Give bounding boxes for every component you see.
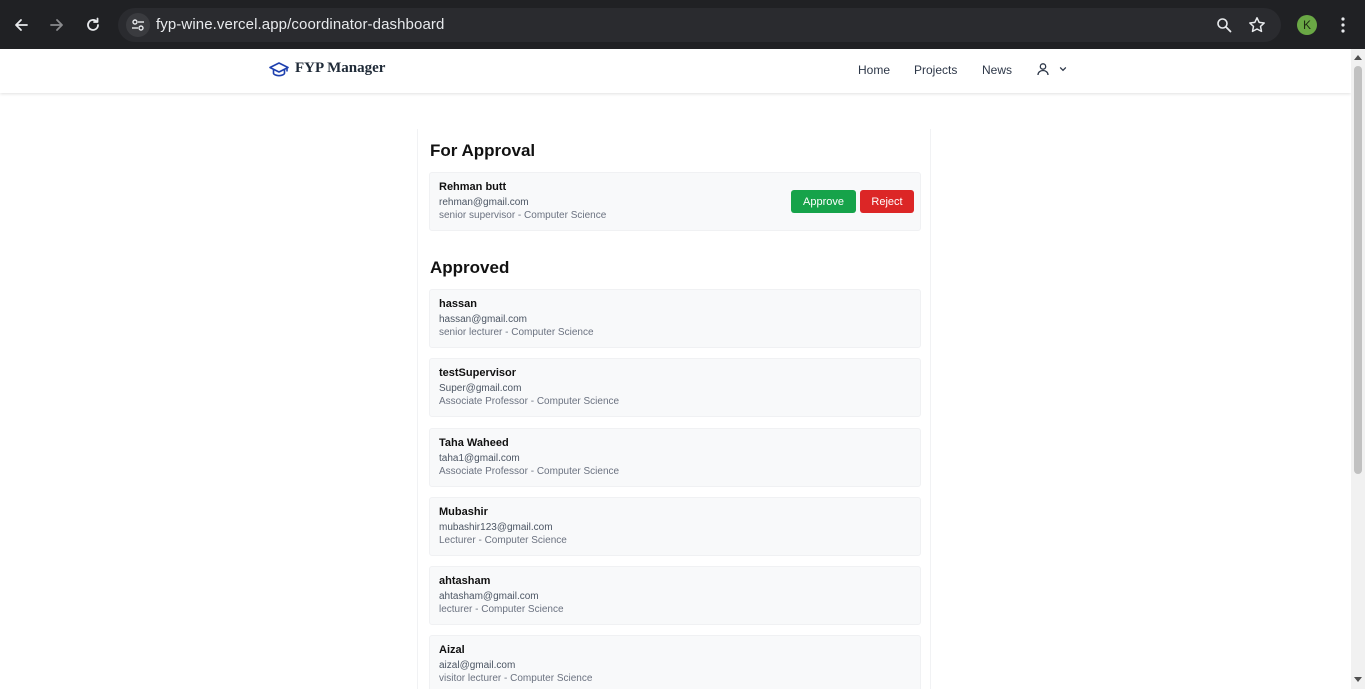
approved-supervisor-card: Aizal aizal@gmail.com visitor lecturer -… — [429, 635, 921, 689]
pending-supervisor-card: Rehman butt rehman@gmail.com senior supe… — [429, 172, 921, 231]
scroll-up-arrow-icon[interactable] — [1354, 55, 1362, 60]
approved-supervisor-card: Mubashir mubashir123@gmail.com Lecturer … — [429, 497, 921, 556]
more-menu-icon[interactable] — [1334, 14, 1352, 36]
supervisor-role-department: visitor lecturer - Computer Science — [439, 673, 593, 684]
supervisor-role-department: senior lecturer - Computer Science — [439, 327, 594, 338]
coordinator-panel: For Approval Rehman butt rehman@gmail.co… — [417, 129, 931, 689]
chevron-down-icon — [1059, 67, 1067, 72]
approve-button[interactable]: Approve — [791, 190, 856, 213]
page-viewport: FYP Manager Home Projects News For Appro… — [0, 49, 1351, 689]
supervisor-email: mubashir123@gmail.com — [439, 522, 553, 533]
brand-name: FYP Manager — [295, 60, 386, 76]
supervisor-name: hassan — [439, 298, 477, 310]
approved-supervisor-card: testSupervisor Super@gmail.com Associate… — [429, 358, 921, 417]
supervisor-role-department: Lecturer - Computer Science — [439, 535, 567, 546]
approved-supervisor-card: ahtasham ahtasham@gmail.com lecturer - C… — [429, 566, 921, 625]
brand-logo[interactable]: FYP Manager — [269, 60, 385, 77]
supervisor-name: testSupervisor — [439, 367, 517, 379]
reload-button[interactable] — [80, 12, 106, 38]
supervisor-name: Aizal — [439, 644, 465, 656]
url-text[interactable]: fyp-wine.vercel.app/coordinator-dashboar… — [156, 16, 444, 33]
approved-supervisor-card: Taha Waheed taha1@gmail.com Associate Pr… — [429, 428, 921, 487]
nav-link-projects[interactable]: Projects — [914, 63, 957, 77]
reject-button[interactable]: Reject — [860, 190, 914, 213]
zoom-icon[interactable] — [1214, 15, 1234, 35]
page-scrollbar[interactable] — [1351, 49, 1365, 689]
address-bar[interactable]: fyp-wine.vercel.app/coordinator-dashboar… — [118, 8, 1281, 42]
bookmark-star-icon[interactable] — [1247, 15, 1267, 35]
supervisor-email: hassan@gmail.com — [439, 314, 527, 325]
user-menu[interactable] — [1036, 62, 1068, 76]
supervisor-role-department: Associate Professor - Computer Science — [439, 466, 620, 477]
site-settings-icon[interactable] — [126, 13, 150, 37]
browser-toolbar: fyp-wine.vercel.app/coordinator-dashboar… — [0, 0, 1365, 49]
arrow-right-icon — [50, 19, 63, 31]
supervisor-email: taha1@gmail.com — [439, 453, 520, 464]
user-icon — [1037, 63, 1049, 76]
supervisor-name: ahtasham — [439, 575, 491, 587]
supervisor-email: rehman@gmail.com — [439, 197, 529, 208]
nav-link-home[interactable]: Home — [858, 63, 890, 77]
reload-icon — [87, 17, 99, 31]
approved-supervisor-card: hassan hassan@gmail.com senior lecturer … — [429, 289, 921, 348]
forward-button[interactable] — [44, 12, 70, 38]
approved-heading: Approved — [430, 258, 510, 277]
supervisor-role-department: lecturer - Computer Science — [439, 604, 564, 615]
supervisor-name: Mubashir — [439, 506, 488, 518]
supervisor-role-department: Associate Professor - Computer Science — [439, 396, 620, 407]
scroll-down-arrow-icon[interactable] — [1354, 677, 1362, 682]
graduation-cap-icon — [269, 61, 289, 77]
for-approval-heading: For Approval — [430, 141, 536, 160]
scrollbar-thumb[interactable] — [1354, 66, 1362, 474]
arrow-left-icon — [15, 19, 28, 31]
supervisor-email: aizal@gmail.com — [439, 660, 516, 671]
supervisor-role-department: senior supervisor - Computer Science — [439, 210, 607, 221]
back-button[interactable] — [8, 12, 34, 38]
site-header: FYP Manager Home Projects News — [0, 49, 1351, 93]
nav-link-news[interactable]: News — [982, 63, 1012, 77]
supervisor-email: ahtasham@gmail.com — [439, 591, 539, 602]
supervisor-email: Super@gmail.com — [439, 383, 522, 394]
supervisor-name: Rehman butt — [439, 181, 507, 193]
profile-avatar[interactable]: K — [1297, 15, 1317, 35]
supervisor-name: Taha Waheed — [439, 437, 509, 449]
